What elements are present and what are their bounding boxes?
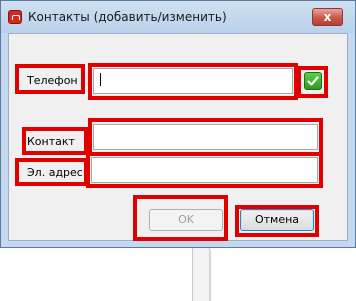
contact-label: Контакт [27,135,75,148]
cancel-button[interactable]: Отмена [240,209,314,231]
phone-input[interactable] [93,68,293,94]
close-button[interactable]: x [312,8,343,26]
contact-input[interactable] [93,124,318,150]
title-bar[interactable]: Контакты (добавить/изменить) x [1,1,355,33]
confirm-phone-button[interactable] [304,72,322,90]
email-input[interactable] [91,157,318,183]
phone-app-icon [8,10,22,24]
window-title: Контакты (добавить/изменить) [28,10,227,24]
ok-button[interactable]: OK [149,209,223,231]
checkmark-icon [307,76,319,86]
close-icon: x [323,10,332,24]
background-stand [192,248,210,301]
text-caret [100,73,101,86]
phone-label: Телефон [27,74,78,87]
email-label: Эл. адрес [27,166,83,179]
background-divider [209,250,211,301]
